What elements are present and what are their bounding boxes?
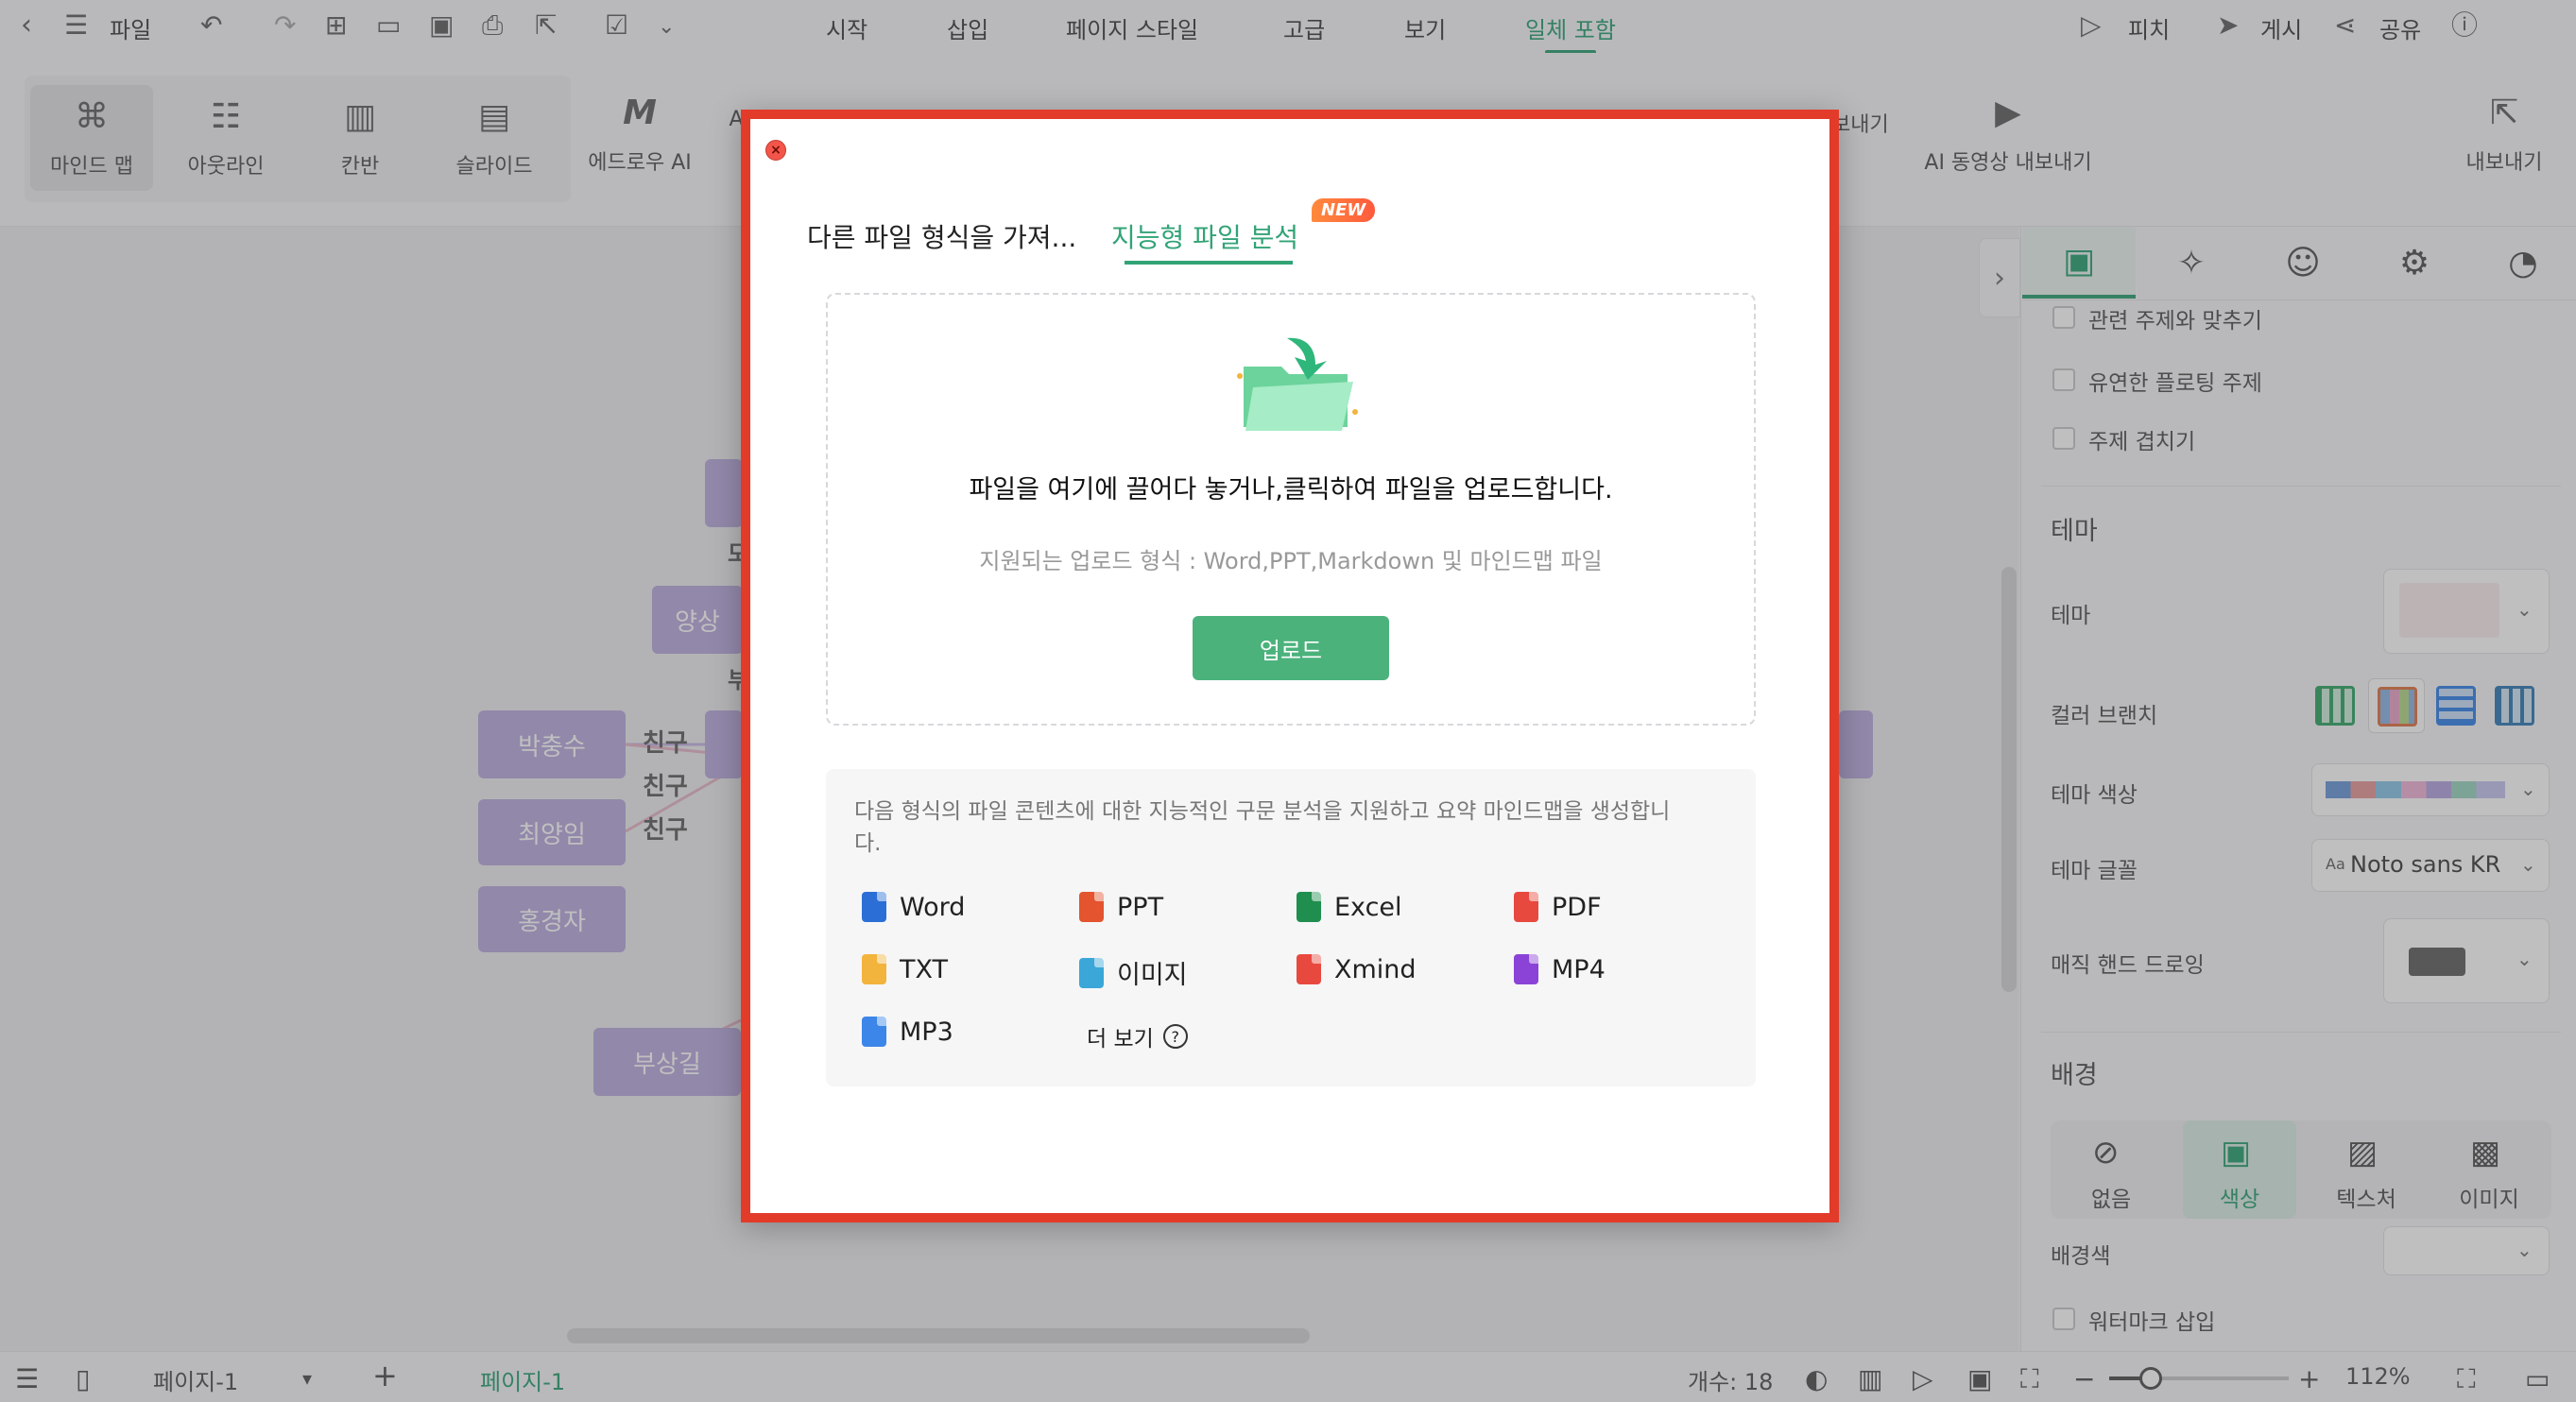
image-file-icon: [1079, 957, 1104, 988]
format-word: Word: [862, 892, 965, 922]
format-pdf: PDF: [1514, 892, 1602, 922]
word-file-icon: [862, 892, 886, 922]
format-mp3: MP3: [862, 1017, 953, 1047]
mp3-file-icon: [862, 1017, 886, 1047]
format-xmind: Xmind: [1297, 954, 1417, 984]
active-tab-indicator: [1125, 261, 1293, 265]
xmind-file-icon: [1297, 954, 1321, 984]
upload-drop-zone[interactable]: 파일을 여기에 끌어다 놓거나,클릭하여 파일을 업로드합니다. 지원되는 업로…: [826, 293, 1756, 726]
format-image: 이미지: [1079, 954, 1188, 991]
close-icon[interactable]: ×: [765, 140, 786, 161]
more-formats-link[interactable]: 더 보기 ?: [1087, 1020, 1188, 1052]
pdf-file-icon: [1514, 892, 1538, 922]
tab-import-other[interactable]: 다른 파일 형식을 가져...: [807, 217, 1076, 255]
format-ppt: PPT: [1079, 892, 1163, 922]
format-excel: Excel: [1297, 892, 1402, 922]
new-badge: NEW: [1312, 198, 1376, 222]
info-text: 다음 형식의 파일 콘텐츠에 대한 지능적인 구문 분석을 지원하고 요약 마인…: [854, 799, 1671, 856]
format-txt: TXT: [862, 954, 948, 984]
supported-formats-text: 지원되는 업로드 형식 : Word,PPT,Markdown 및 마인드맵 파…: [979, 548, 1603, 574]
smart-analysis-info: 다음 형식의 파일 콘텐츠에 대한 지능적인 구문 분석을 지원하고 요약 마인…: [826, 769, 1756, 1086]
upload-button[interactable]: 업로드: [1193, 616, 1389, 680]
help-circle-icon[interactable]: ?: [1162, 1024, 1188, 1049]
mp4-file-icon: [1514, 954, 1538, 984]
folder-upload-icon: [1237, 337, 1358, 431]
format-mp4: MP4: [1514, 954, 1606, 984]
ppt-file-icon: [1079, 892, 1104, 922]
excel-file-icon: [1297, 892, 1321, 922]
drop-instruction: 파일을 여기에 끌어다 놓거나,클릭하여 파일을 업로드합니다.: [969, 475, 1613, 504]
txt-file-icon: [862, 954, 886, 984]
import-dialog: × 다른 파일 형식을 가져... 지능형 파일 분석 NEW 파일을 여기에 …: [741, 110, 1839, 1222]
tab-smart-analysis[interactable]: 지능형 파일 분석: [1111, 217, 1298, 255]
